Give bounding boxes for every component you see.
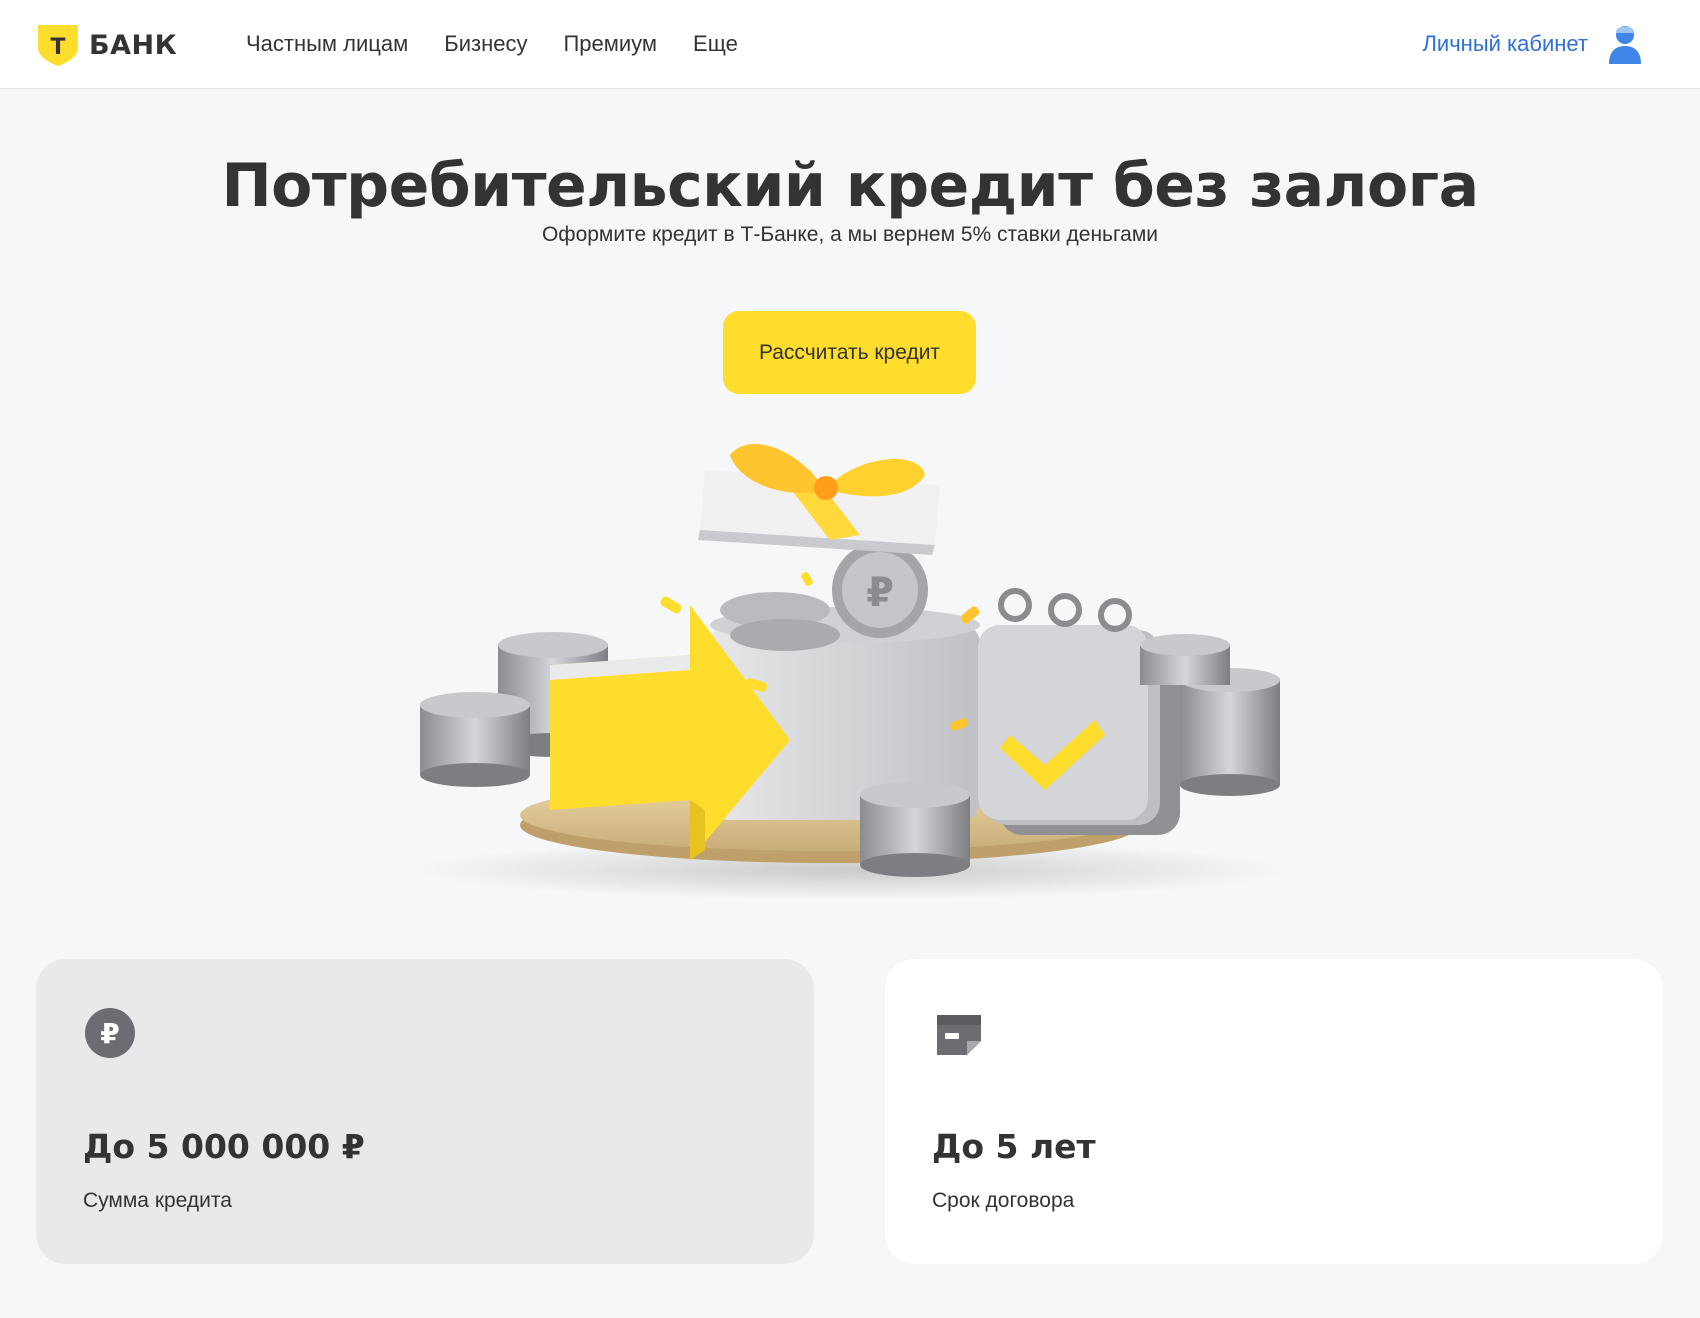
credit-term-value: До 5 лет xyxy=(932,1127,1096,1166)
calculate-credit-button[interactable]: Рассчитать кредит xyxy=(723,311,976,394)
ruble-coin-icon: ₽ xyxy=(85,1008,135,1058)
nav-item-individuals[interactable]: Частным лицам xyxy=(246,28,408,60)
page-subtitle: Оформите кредит в Т-Банке, а мы вернем 5… xyxy=(541,223,1159,246)
credit-amount-label: Сумма кредита xyxy=(83,1189,232,1212)
bank-logo[interactable]: Т БАНК xyxy=(36,23,177,67)
nav-item-premium[interactable]: Премиум xyxy=(563,28,657,60)
site-header: Т БАНК Частным лицам Бизнесу Премиум Еще… xyxy=(0,0,1700,89)
credit-amount-value: До 5 000 000 ₽ xyxy=(83,1127,365,1166)
credit-term-label: Срок договора xyxy=(932,1189,1075,1212)
user-icon[interactable] xyxy=(1606,24,1644,64)
nav-item-business[interactable]: Бизнесу xyxy=(444,28,527,60)
coin-ruble-mark: ₽ xyxy=(866,570,894,616)
logo-shield-icon: Т xyxy=(38,25,78,66)
account-area: Личный кабинет xyxy=(1422,24,1644,64)
main-nav: Частным лицам Бизнесу Премиум Еще xyxy=(246,28,774,60)
gift-lid xyxy=(698,443,940,555)
logo-wordmark: БАНК xyxy=(89,29,178,61)
feature-card-amount: ₽ До 5 000 000 ₽ Сумма кредита xyxy=(36,959,814,1264)
calendar-page-icon xyxy=(937,1015,981,1055)
logo-letter: Т xyxy=(50,35,65,60)
nav-item-more[interactable]: Еще xyxy=(693,28,738,60)
personal-account-link[interactable]: Личный кабинет xyxy=(1422,26,1588,62)
gift-box-coins-calendar-illustration: ₽ xyxy=(410,443,1290,900)
page-title: Потребительский кредит без залога xyxy=(221,151,1479,222)
calendar-object xyxy=(978,588,1180,835)
svg-text:₽: ₽ xyxy=(100,1017,119,1050)
feature-card-term: До 5 лет Срок договора xyxy=(885,959,1663,1264)
